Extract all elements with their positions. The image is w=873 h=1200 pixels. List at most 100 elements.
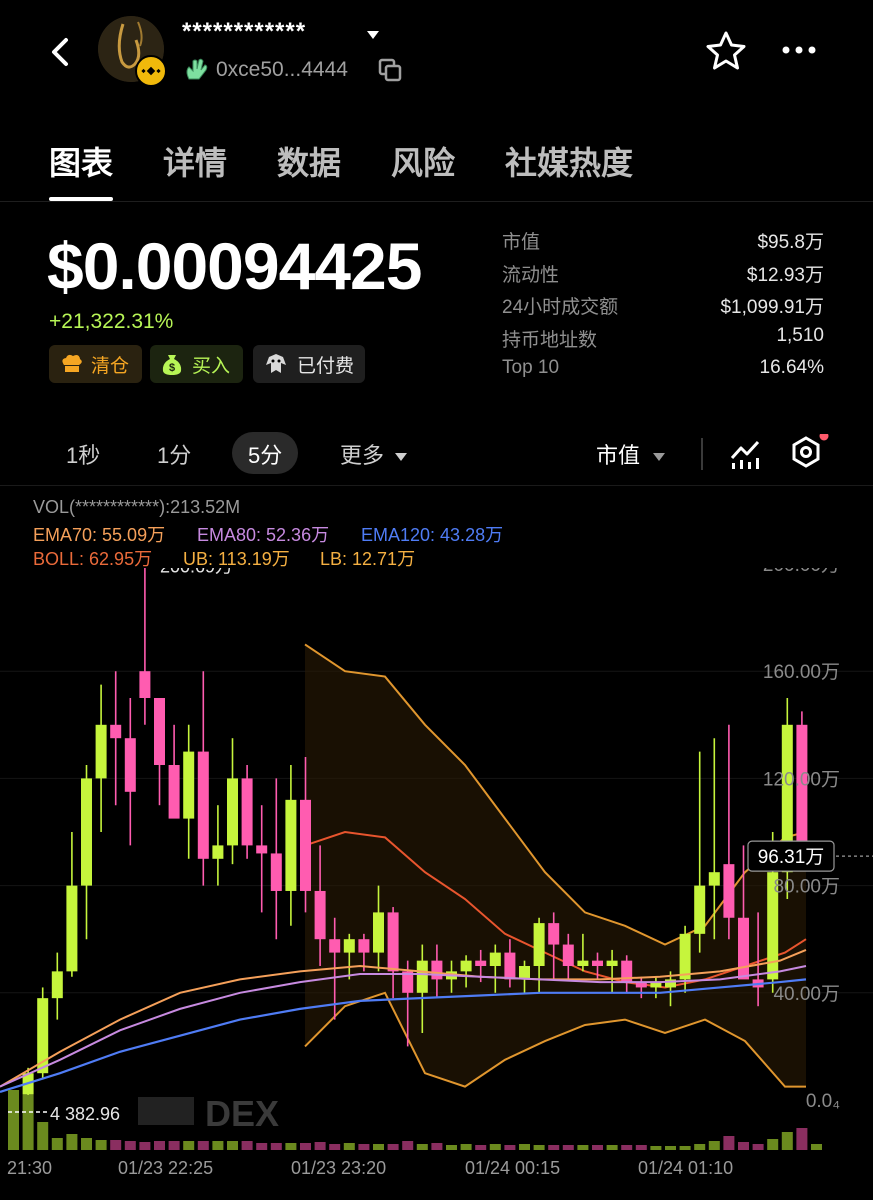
toolbar-divider <box>701 438 703 470</box>
timeframe-more[interactable]: 更多 <box>340 438 408 470</box>
y-axis-tick-label: 120.00万 <box>763 769 840 790</box>
clear-position-badge[interactable]: 清仓 <box>49 345 142 383</box>
price-value: $0.00094425 <box>47 229 422 303</box>
stat-label-top10: Top 10 <box>502 357 560 378</box>
candle-body <box>154 698 165 765</box>
candle-body <box>168 765 180 819</box>
buy-badge[interactable]: $ 买入 <box>150 345 243 383</box>
candlestick-chart[interactable]: 200.00万 160.00万 120.00万 80.00万 40.00万 0.0₄ 21:… <box>0 568 873 1198</box>
volume-bar <box>519 1144 530 1150</box>
volume-bar <box>504 1145 516 1150</box>
money-bag-icon: $ <box>162 355 182 375</box>
x-axis-tick-label: 01/23 23:20 <box>291 1158 386 1178</box>
volume-bar <box>300 1143 311 1150</box>
candle-body <box>708 872 720 886</box>
timeframe-1m[interactable]: 1分 <box>157 438 191 470</box>
volume-bar <box>621 1145 633 1150</box>
volume-bar <box>95 1140 107 1150</box>
y-axis-tick-label: 160.00万 <box>763 662 840 683</box>
volume-bar <box>373 1144 384 1150</box>
tab-data[interactable]: 数据 <box>277 138 341 184</box>
volume-bar <box>183 1141 195 1150</box>
star-icon <box>706 31 746 70</box>
volume-bar <box>533 1145 545 1150</box>
stat-label-market-cap: 市值 <box>502 232 541 253</box>
candle-body <box>562 944 574 966</box>
tab-risk[interactable]: 风险 <box>391 138 455 184</box>
volume-bar <box>694 1144 706 1150</box>
settings-button[interactable] <box>789 431 829 479</box>
volume-bar <box>37 1122 49 1150</box>
token-dropdown-icon[interactable] <box>365 28 381 46</box>
eagle-icon <box>266 354 286 373</box>
candle-body <box>489 952 501 966</box>
stat-label-liquidity: 流动性 <box>502 265 560 286</box>
indicator-button[interactable] <box>729 436 761 475</box>
volume-bar <box>387 1144 399 1150</box>
candle-body <box>475 960 487 966</box>
candle-body <box>460 960 472 972</box>
tab-chart[interactable]: 图表 <box>49 138 113 184</box>
dex-watermark: DEX <box>205 1093 279 1134</box>
x-axis-tick-label: 01/23 22:25 <box>118 1158 213 1178</box>
volume-bar <box>592 1145 603 1150</box>
volume-bar <box>343 1143 355 1150</box>
timeframe-5m[interactable]: 5分 <box>248 438 282 470</box>
stat-label-holders: 持币地址数 <box>502 330 598 351</box>
candle-body <box>270 853 282 891</box>
y-axis-tick-label: 80.00万 <box>773 877 840 898</box>
hand-emoji-icon <box>183 57 209 88</box>
volume-bar <box>256 1143 268 1150</box>
volume-bar <box>285 1143 297 1150</box>
x-axis-tick-label: 01/24 01:10 <box>638 1158 733 1178</box>
metric-label: 市值 <box>596 443 641 468</box>
favorite-button[interactable] <box>704 30 748 77</box>
paid-badge[interactable]: 已付费 <box>253 345 365 383</box>
stat-label-volume-24h: 24小时成交额 <box>502 297 619 318</box>
copy-address-button[interactable] <box>377 57 403 88</box>
stat-value-top10: 16.64% <box>759 357 824 378</box>
candle-body <box>300 799 311 891</box>
low-price-label: 4 382.96 <box>50 1104 120 1124</box>
candle-body <box>110 724 122 739</box>
candle-body <box>592 960 603 966</box>
okx-logo-watermark <box>138 1097 194 1125</box>
volume-bar <box>431 1143 443 1150</box>
volume-bar <box>446 1145 457 1150</box>
ema70-indicator: EMA70: 55.09万 <box>33 525 166 545</box>
tab-details[interactable]: 详情 <box>163 138 227 184</box>
chart-indicator-icon <box>730 440 760 469</box>
token-address: 0xce50...4444 <box>216 58 348 81</box>
candle-body <box>723 864 735 918</box>
volume-bar <box>51 1138 63 1150</box>
volume-bar <box>124 1141 136 1150</box>
volume-bar <box>139 1142 151 1150</box>
candle-body <box>679 933 691 980</box>
back-button[interactable] <box>46 36 76 68</box>
more-button[interactable] <box>780 40 820 65</box>
candle-body <box>285 799 297 891</box>
volume-bar <box>81 1138 92 1150</box>
chevron-down-icon <box>653 453 666 462</box>
y-axis-tick-label: 0.0₄ <box>806 1091 840 1112</box>
y-axis-tick-label: 40.00万 <box>773 984 840 1005</box>
tab-social-heat[interactable]: 社媒热度 <box>505 138 633 184</box>
candle-body <box>81 778 92 886</box>
candle-body <box>694 885 706 934</box>
volume-bar <box>358 1144 370 1150</box>
metric-selector[interactable]: 市值 <box>596 438 666 470</box>
current-price-label: 96.31万 <box>758 847 825 868</box>
candle-body <box>227 778 238 846</box>
volume-bar <box>402 1141 414 1150</box>
volume-bar <box>708 1141 720 1150</box>
candle-body <box>533 923 545 966</box>
timeframe-1s[interactable]: 1秒 <box>66 438 100 470</box>
notification-dot <box>819 431 829 441</box>
volume-bar <box>241 1141 253 1150</box>
candle-body <box>139 671 151 698</box>
candle-body <box>519 966 530 980</box>
volume-bar <box>635 1145 647 1150</box>
token-name[interactable]: ************ <box>182 18 306 46</box>
candle-body <box>387 912 399 972</box>
ema80-indicator: EMA80: 52.36万 <box>197 525 330 545</box>
